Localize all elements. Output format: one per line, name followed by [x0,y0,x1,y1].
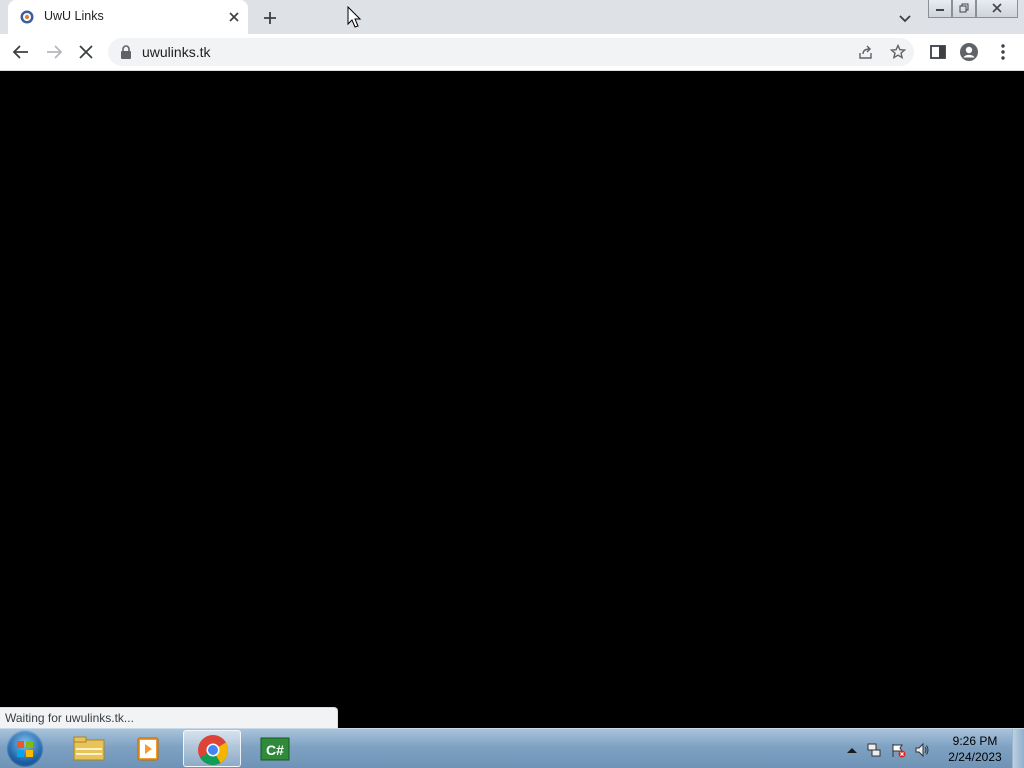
mouse-cursor-icon [347,6,362,28]
network-icon[interactable] [866,742,882,758]
media-player-icon[interactable] [120,730,178,767]
url-text[interactable]: uwulinks.tk [142,44,210,60]
star-icon[interactable] [890,44,906,60]
clock-date: 2/24/2023 [948,750,1002,764]
close-window-icon[interactable] [976,0,1018,18]
chrome-icon[interactable] [183,730,241,767]
back-arrow-icon[interactable] [10,41,32,63]
chevron-down-icon[interactable] [896,9,914,27]
status-bubble: Waiting for uwulinks.tk... [0,707,338,728]
side-panel-icon[interactable] [927,41,949,63]
plus-icon[interactable] [260,8,280,28]
profile-icon[interactable] [958,41,980,63]
forward-arrow-icon[interactable] [43,41,65,63]
stop-loading-icon[interactable] [75,41,97,63]
file-explorer-icon[interactable] [60,730,118,767]
svg-text:C#: C# [266,742,284,758]
clock-time: 9:26 PM [952,734,998,748]
tab-strip: UwU Links [0,0,1024,34]
restore-icon[interactable] [952,0,976,18]
more-vert-icon[interactable] [992,41,1014,63]
share-icon[interactable] [858,44,874,60]
start-orb-icon[interactable] [6,730,44,768]
browser-toolbar: uwulinks.tk [0,34,1024,71]
minimize-icon[interactable] [928,0,952,18]
tab-title: UwU Links [44,9,104,23]
system-clock[interactable]: 9:26 PM 2/24/2023 [940,733,1010,765]
status-text: Waiting for uwulinks.tk... [5,711,134,725]
lock-icon[interactable] [120,45,132,59]
address-bar[interactable]: uwulinks.tk [108,38,914,66]
tray-expand-icon[interactable] [844,742,860,758]
close-icon[interactable] [226,9,242,25]
taskbar: C# 9:26 PM 2/24/2023 [0,728,1024,768]
volume-icon[interactable] [914,742,930,758]
page-content[interactable] [0,71,1024,728]
action-center-icon[interactable] [890,742,906,758]
csharp-icon[interactable]: C# [246,730,304,767]
tab-uwu-links[interactable]: UwU Links [8,0,248,34]
show-desktop-button[interactable] [1012,729,1024,768]
favicon-icon [20,10,34,24]
